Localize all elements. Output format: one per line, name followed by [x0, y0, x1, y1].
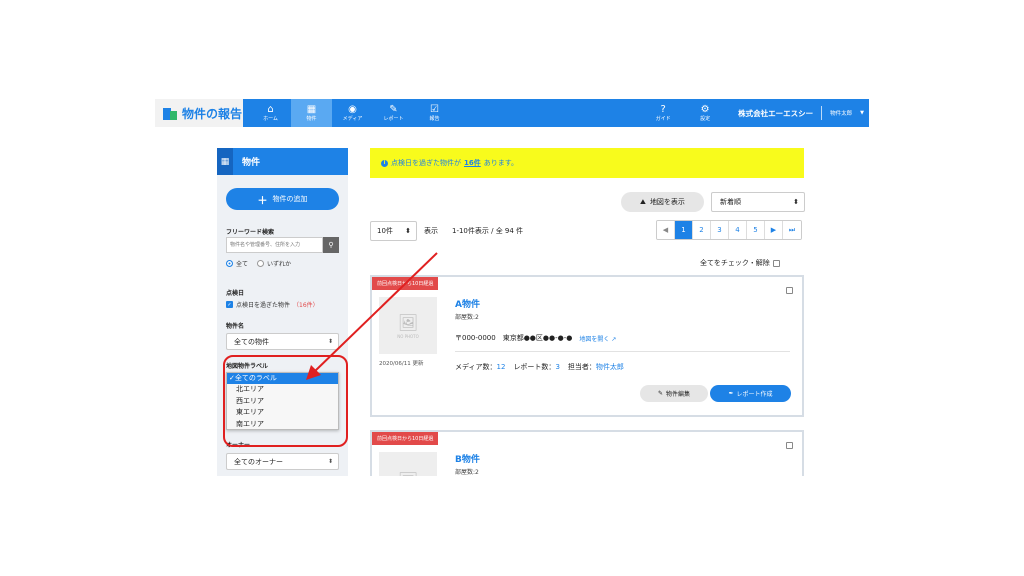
status-badge: 前回点検日から10日経過 — [372, 432, 439, 445]
page-3[interactable]: 3 — [711, 221, 729, 239]
no-photo-image: 🖼 NO PHOTO — [379, 297, 437, 354]
prev-page-icon[interactable]: ◀ — [657, 221, 675, 239]
gear-icon: ⚙ — [700, 103, 710, 115]
info-icon: i — [381, 159, 388, 167]
external-link-icon: ↗ — [611, 335, 617, 343]
sort-select[interactable]: 新着順 ⬍ — [711, 192, 805, 212]
property-name-link[interactable]: A物件 — [455, 297, 480, 310]
divider — [821, 106, 823, 120]
nav-report[interactable]: ✎ レポート — [373, 99, 414, 127]
add-property-button[interactable]: ＋ 物件の追加 — [226, 188, 339, 210]
page-4[interactable]: 4 — [729, 221, 747, 239]
per-page-label: 表示 — [424, 227, 438, 235]
pen-icon: ✎ — [389, 103, 398, 115]
camera-icon: ◉ — [348, 103, 357, 115]
map-icon: ⛰ — [640, 197, 646, 206]
pagination: ◀ 1 2 3 4 5 ▶ ⏭ — [656, 220, 802, 240]
show-map-button[interactable]: ⛰ 地図を表示 — [621, 192, 704, 212]
create-report-button[interactable]: ✒ レポート作成 — [710, 385, 791, 402]
nav-home[interactable]: ⌂ ホーム — [250, 99, 291, 127]
owner-link[interactable]: 物件太郎 — [596, 363, 624, 371]
search-icon[interactable]: ⚲ — [323, 237, 339, 253]
home-icon: ⌂ — [267, 103, 274, 115]
image-placeholder-icon: 🖼 — [398, 471, 418, 476]
updown-icon: ⬍ — [793, 198, 799, 206]
nav-notice[interactable]: ☑ 報告 — [414, 99, 455, 127]
brand-title: 物件の報告 — [182, 106, 243, 121]
search-group: ⚲ — [226, 237, 339, 253]
room-count: 部屋数:2 — [455, 469, 479, 476]
owner-select[interactable]: 全てのオーナー ⬍ — [226, 453, 339, 470]
property-card: 前回点検日から10日経過 🖼 NO PHOTO 2020/06/11 更新 A物… — [370, 275, 804, 417]
no-photo-image: 🖼 — [379, 452, 437, 476]
property-address: 〒000-0000 東京都●●区●●-●-● 地図を開く ↗ — [455, 334, 617, 343]
question-icon: ? — [660, 103, 666, 115]
sidebar-title: 物件 — [242, 158, 261, 168]
clipboard-check-icon: ☑ — [430, 103, 439, 115]
last-page-icon[interactable]: ⏭ — [783, 221, 801, 239]
status-badge: 前回点検日から10日経過 — [372, 277, 439, 290]
updown-icon: ⬍ — [327, 458, 333, 465]
inspection-label: 点検日 — [226, 290, 245, 297]
overdue-alert: i 点検日を過ぎた物件が 16件 あります。 — [370, 148, 804, 178]
app-window: 物件の報告 ⌂ ホーム ▦ 物件 ◉ メディア ✎ レポート ☑ 報告 ? ガイ… — [155, 99, 869, 476]
top-navbar: 物件の報告 ⌂ ホーム ▦ 物件 ◉ メディア ✎ レポート ☑ 報告 ? ガイ… — [155, 99, 869, 127]
company-name: 株式会社エーエスシー — [738, 108, 814, 118]
page-1[interactable]: 1 — [675, 221, 693, 239]
open-map-link[interactable]: 地図を開く ↗ — [579, 334, 616, 343]
property-name-link[interactable]: B物件 — [455, 452, 480, 465]
brand[interactable]: 物件の報告 — [155, 99, 243, 127]
nav-guide[interactable]: ? ガイド — [642, 99, 684, 127]
checkbox-checked-icon[interactable]: ✓ — [226, 301, 233, 308]
main-nav: ⌂ ホーム ▦ 物件 ◉ メディア ✎ レポート ☑ 報告 — [250, 99, 455, 127]
media-count-link[interactable]: 12 — [497, 363, 506, 371]
building-icon: ▦ — [306, 103, 317, 115]
property-name-select[interactable]: 全ての物件 ⬍ — [226, 333, 339, 350]
plus-icon: ＋ — [257, 195, 268, 207]
room-count: 部屋数:2 — [455, 314, 479, 321]
next-page-icon[interactable]: ▶ — [765, 221, 783, 239]
sidebar-header: ▦ 物件 — [217, 148, 348, 175]
check-all-checkbox[interactable] — [772, 259, 780, 267]
building-logo-icon — [163, 106, 177, 120]
result-count: 1-10件表示 / 全 94 件 — [452, 227, 524, 235]
report-count-link[interactable]: 3 — [555, 363, 559, 371]
updated-date: 2020/06/11 更新 — [379, 361, 424, 367]
per-page-select[interactable]: 10件 ⬍ — [370, 221, 417, 241]
edit-property-button[interactable]: ✎ 物件編集 — [640, 385, 708, 402]
match-mode-radios: 全て いずれか — [226, 259, 291, 268]
property-name-label: 物件名 — [226, 323, 245, 330]
radio-all[interactable] — [226, 260, 233, 267]
card-stats: メディア数：12 レポート数：3 担当者：物件太郎 — [455, 363, 624, 371]
radio-any[interactable] — [257, 260, 265, 267]
user-menu[interactable]: 物件太郎 — [830, 109, 852, 117]
annotation-highlight-box — [223, 355, 348, 447]
pen-icon: ✒ — [728, 390, 734, 397]
freeword-label: フリーワード検索 — [226, 229, 275, 236]
updown-icon: ⬍ — [405, 227, 411, 235]
overdue-filter[interactable]: ✓ 点検日を過ぎた物件 （16件） — [226, 300, 319, 309]
nav-media[interactable]: ◉ メディア — [332, 99, 373, 127]
check-all[interactable]: 全てをチェック・解除 — [700, 258, 780, 268]
divider — [455, 351, 790, 352]
page-5[interactable]: 5 — [747, 221, 765, 239]
property-card: 前回点検日から10日経過 🖼 B物件 部屋数:2 — [370, 430, 804, 476]
updown-icon: ⬍ — [327, 338, 333, 345]
nav-settings[interactable]: ⚙ 設定 — [684, 99, 726, 127]
page-2[interactable]: 2 — [693, 221, 711, 239]
nav-property[interactable]: ▦ 物件 — [291, 99, 332, 127]
building-icon: ▦ — [217, 148, 233, 175]
edit-icon: ✎ — [657, 390, 663, 397]
image-placeholder-icon: 🖼 — [397, 312, 419, 332]
card-checkbox[interactable] — [786, 287, 793, 294]
nav-right: ? ガイド ⚙ 設定 株式会社エーエスシー 物件太郎 ▼ — [642, 99, 869, 127]
search-input[interactable] — [226, 237, 323, 253]
overdue-link[interactable]: 16件 — [464, 158, 481, 168]
card-checkbox[interactable] — [786, 442, 793, 449]
caret-down-icon[interactable]: ▼ — [860, 110, 864, 116]
